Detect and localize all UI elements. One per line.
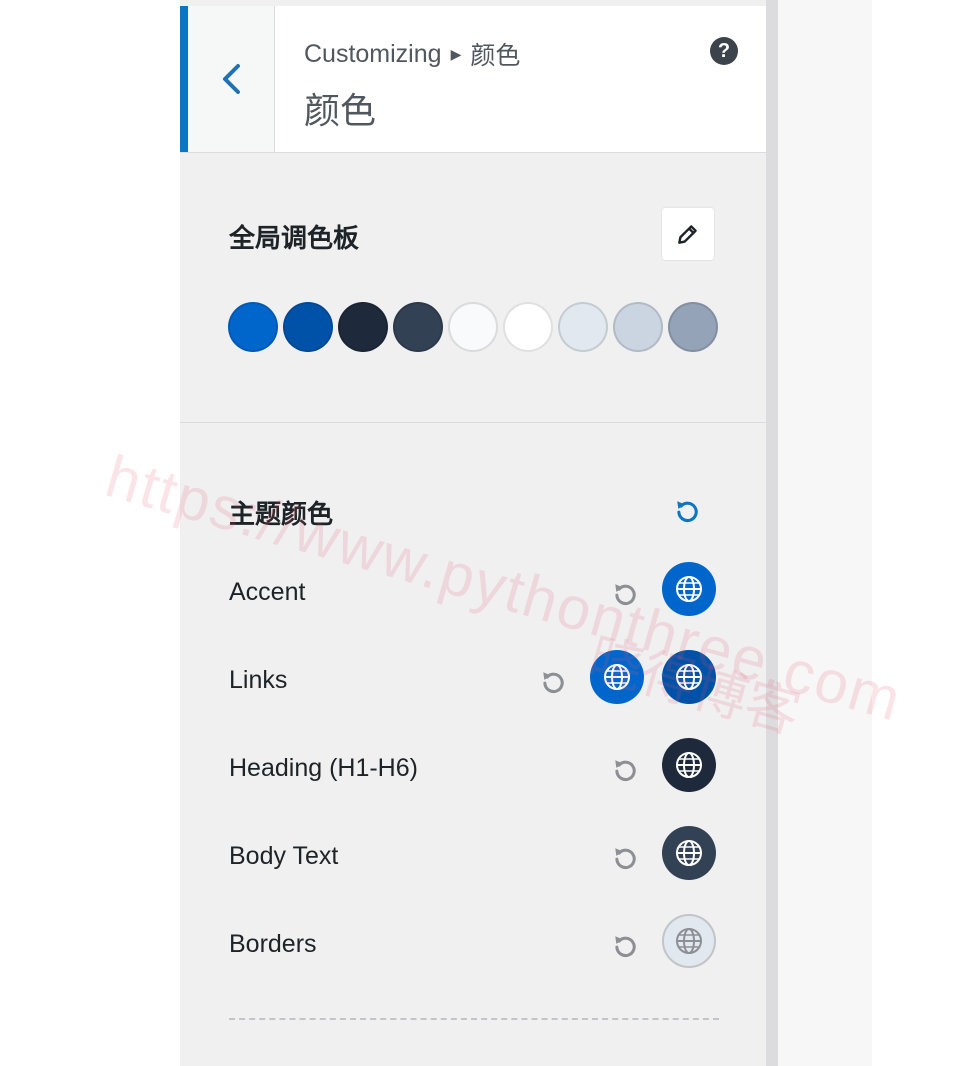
section-divider [180, 422, 766, 423]
palette-swatch[interactable] [393, 302, 443, 352]
pencil-icon [678, 225, 697, 244]
links-label: Links [229, 666, 288, 694]
links-hover-color-button[interactable] [662, 650, 716, 704]
heading-color-button[interactable] [662, 738, 716, 792]
breadcrumb-root: Customizing [304, 39, 442, 68]
reset-links-icon[interactable] [540, 669, 566, 695]
borders-label: Borders [229, 930, 317, 958]
globe-icon [676, 576, 702, 602]
palette-swatch[interactable] [338, 302, 388, 352]
accent-label: Accent [229, 578, 306, 606]
borders-color-button[interactable] [662, 914, 716, 968]
breadcrumb-separator-icon: ▶ [450, 45, 462, 62]
palette-swatch[interactable] [448, 302, 498, 352]
globe-icon [676, 840, 702, 866]
help-button[interactable]: ? [710, 37, 738, 65]
preview-strip [778, 0, 872, 1066]
palette-swatch[interactable] [558, 302, 608, 352]
reset-borders-icon[interactable] [612, 933, 638, 959]
theme-colors-title: 主题颜色 [229, 499, 334, 529]
globe-icon [604, 664, 630, 690]
globe-icon [676, 928, 702, 954]
chevron-left-icon [223, 64, 240, 94]
reset-body-text-icon[interactable] [612, 845, 638, 871]
scrollbar[interactable] [766, 0, 778, 1066]
globe-icon [676, 664, 702, 690]
reset-heading-icon[interactable] [612, 757, 638, 783]
globe-icon [676, 752, 702, 778]
palette-swatch[interactable] [503, 302, 553, 352]
back-button[interactable] [188, 6, 275, 152]
accent-color-button[interactable] [662, 562, 716, 616]
edit-palette-button[interactable] [662, 208, 714, 260]
breadcrumb-current: 颜色 [470, 42, 521, 70]
page-title: 颜色 [304, 90, 377, 131]
palette-swatch[interactable] [668, 302, 718, 352]
body-text-color-button[interactable] [662, 826, 716, 880]
reset-all-icon[interactable] [674, 498, 700, 524]
body-text-label: Body Text [229, 842, 339, 870]
heading-label: Heading (H1-H6) [229, 754, 418, 782]
panel-header: Customizing ▶ 颜色 颜色 ? [180, 6, 766, 153]
palette-swatch[interactable] [283, 302, 333, 352]
dashed-divider [229, 1018, 719, 1020]
palette-swatch[interactable] [613, 302, 663, 352]
breadcrumb: Customizing ▶ 颜色 [304, 36, 520, 72]
palette-swatch[interactable] [228, 302, 278, 352]
customizer-panel: Customizing ▶ 颜色 颜色 ? 全局调色板 主题颜色 Accent [180, 0, 766, 1066]
links-color-button[interactable] [590, 650, 644, 704]
reset-accent-icon[interactable] [612, 581, 638, 607]
palette-swatches [228, 302, 718, 352]
global-palette-title: 全局调色板 [229, 223, 360, 253]
accent-bar [180, 6, 188, 152]
